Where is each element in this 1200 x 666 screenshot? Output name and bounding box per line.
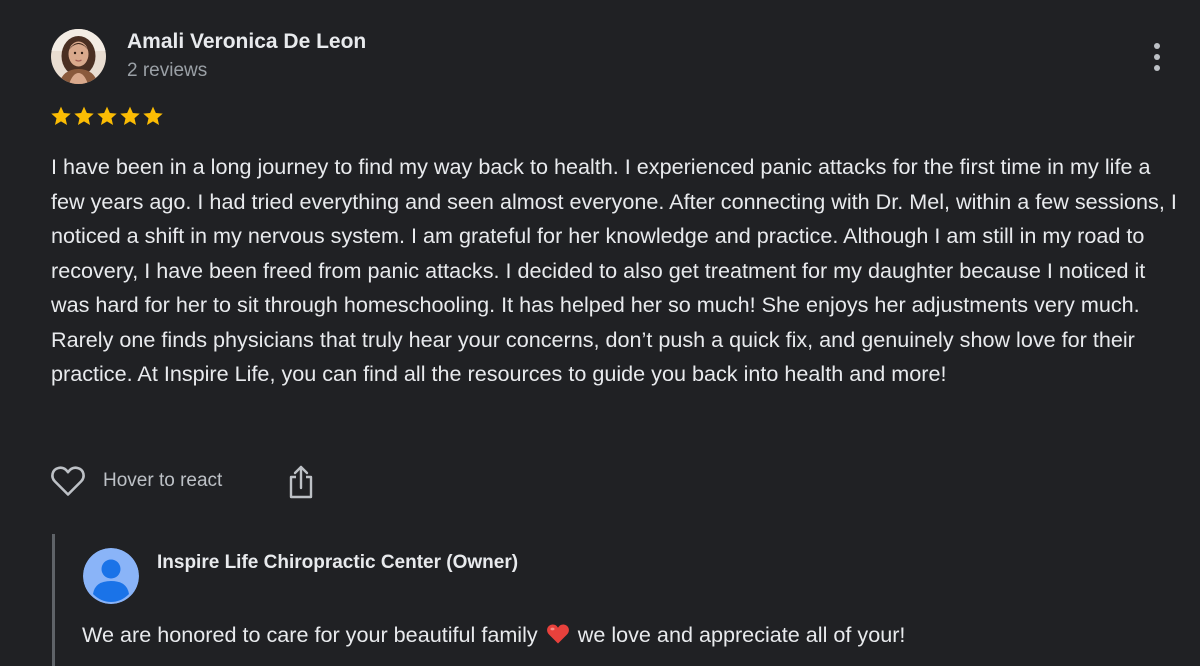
owner-reply-text-end: we love and appreciate all of your!: [577, 622, 906, 647]
reviewer-review-count[interactable]: 2 reviews: [127, 60, 207, 82]
star-icon: [120, 106, 140, 125]
reviewer-photo: [51, 29, 106, 84]
owner-reply-text: We are honored to care for your beautifu…: [82, 622, 905, 648]
default-profile-icon: [83, 548, 139, 604]
owner-name: Inspire Life Chiropractic Center (Owner): [157, 552, 519, 573]
owner-reply: Inspire Life Chiropractic Center (Owner)…: [52, 534, 1195, 666]
reviewer-name[interactable]: Amali Veronica De Leon: [127, 30, 366, 54]
more-vert-icon: [1154, 43, 1160, 71]
owner-reply-text-start: We are honored to care for your beautifu…: [82, 622, 538, 647]
star-icon: [51, 106, 71, 125]
react-button[interactable]: Hover to react: [50, 462, 222, 500]
share-icon: [289, 465, 313, 499]
red-heart-emoji-icon: [546, 624, 569, 644]
more-options-button[interactable]: [1140, 38, 1174, 76]
review-card: Amali Veronica De Leon 2 reviews I have …: [0, 0, 1200, 666]
owner-avatar: [83, 548, 139, 604]
star-icon: [143, 106, 163, 125]
review-text: I have been in a long journey to find my…: [51, 154, 1177, 386]
reviewer-avatar[interactable]: [51, 29, 106, 84]
star-icon: [97, 106, 117, 125]
share-button[interactable]: [286, 464, 316, 500]
star-icon: [74, 106, 94, 125]
heart-outline-icon: [51, 466, 85, 496]
star-rating: [50, 105, 164, 129]
react-label: Hover to react: [103, 470, 223, 491]
